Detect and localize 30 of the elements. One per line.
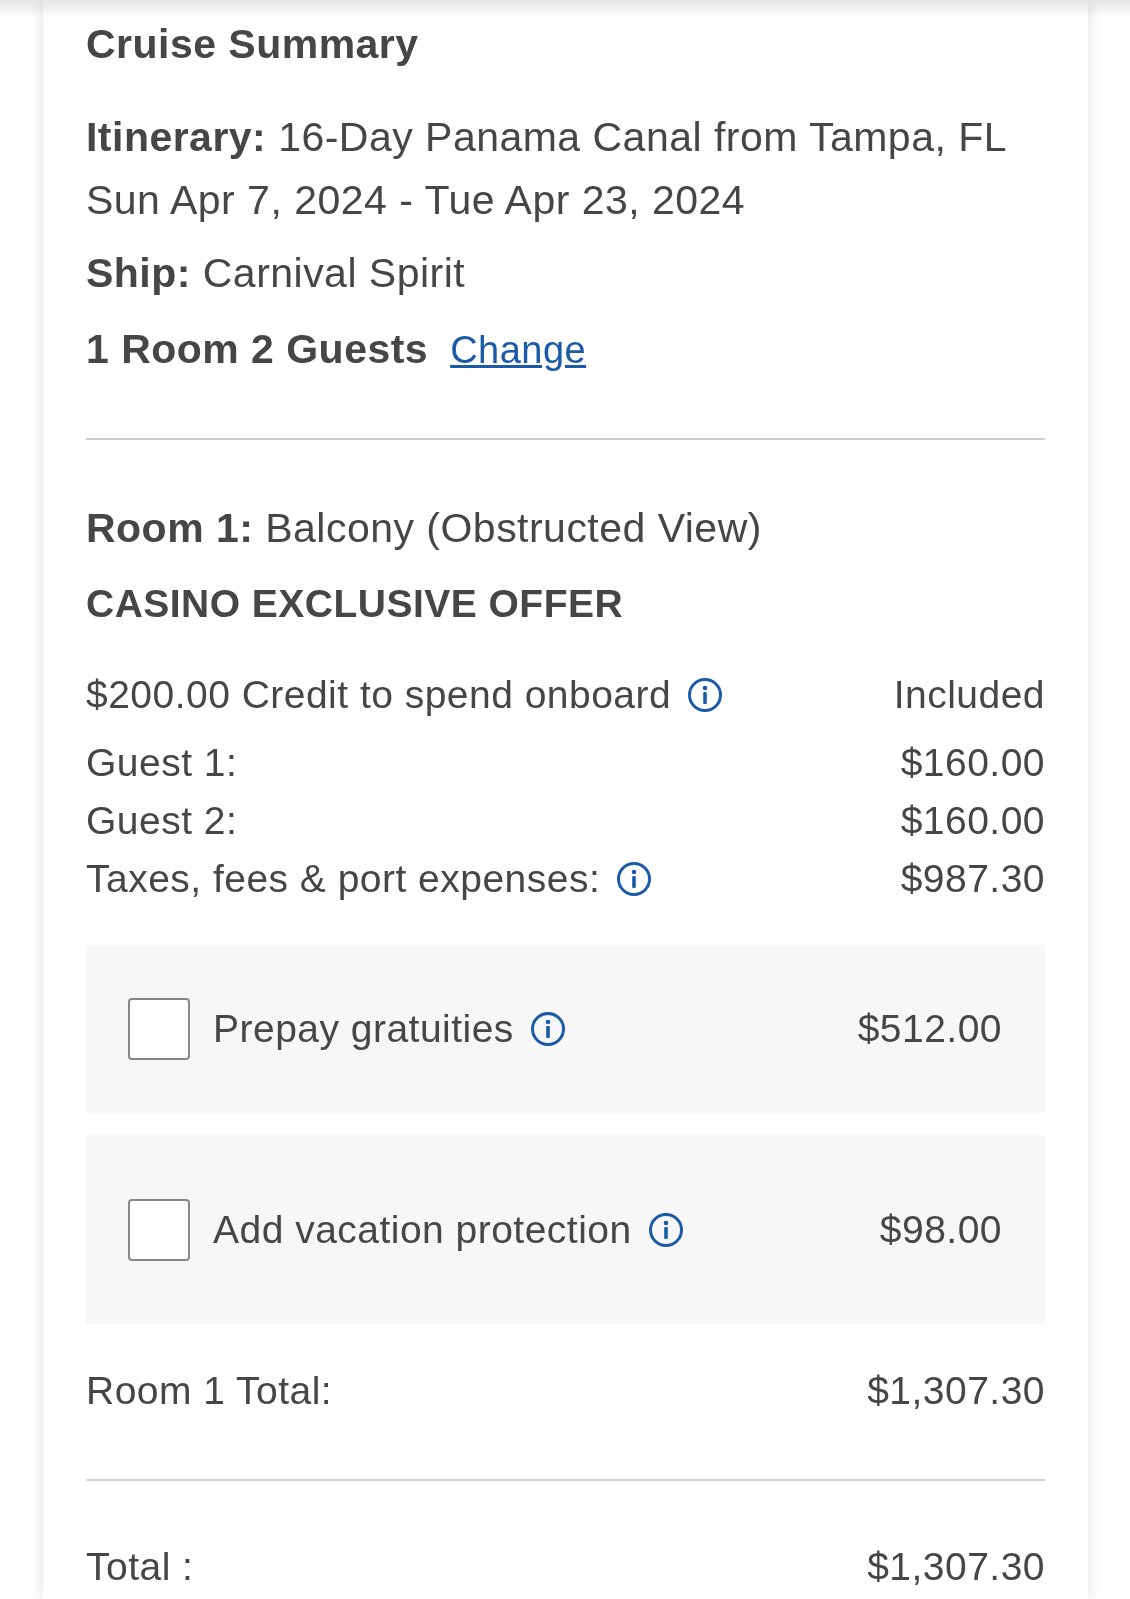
info-icon[interactable] — [688, 678, 723, 712]
info-icon[interactable] — [530, 1012, 565, 1046]
line-item-label: Guest 1: — [86, 740, 238, 786]
add-on-label: Add vacation protection — [213, 1206, 632, 1253]
line-item-amount: $160.00 — [900, 740, 1045, 786]
room-guests-count: 1 Room 2 Guests — [86, 325, 429, 374]
section-heading: Cruise Summary — [86, 20, 420, 69]
room-total-amount: $1,307.30 — [867, 1368, 1045, 1414]
line-item-label: $200.00 Credit to spend onboard — [86, 672, 672, 718]
checkbox[interactable] — [128, 1198, 190, 1261]
line-item-amount: $987.30 — [900, 856, 1045, 902]
grand-total-amount: $1,307.30 — [867, 1544, 1045, 1590]
line-item-amount: $160.00 — [900, 798, 1045, 844]
line-item-label: Guest 2: — [86, 798, 238, 844]
room-total-label: Room 1 Total: — [86, 1368, 333, 1414]
info-icon[interactable] — [617, 862, 652, 896]
line-item-label: Taxes, fees & port expenses: — [86, 856, 601, 902]
room-type-text: Room 1: Balcony (Obstructed View) — [86, 504, 763, 553]
offer-heading: CASINO EXCLUSIVE OFFER — [86, 581, 625, 627]
add-on-price: $98.00 — [879, 1206, 1002, 1253]
add-on-price: $512.00 — [857, 1006, 1002, 1052]
info-icon[interactable] — [648, 1212, 683, 1247]
add-on-label: Prepay gratuities — [213, 1006, 514, 1052]
line-item-amount: Included — [893, 672, 1045, 718]
cruise-dates: Sun Apr 7, 2024 - Tue Apr 23, 2024 — [86, 176, 747, 225]
ship-text: Ship: Carnival Spirit — [86, 249, 467, 298]
change-link[interactable]: Change — [450, 324, 587, 375]
grand-total-label: Total : — [86, 1544, 194, 1590]
checkbox[interactable] — [128, 998, 190, 1060]
itinerary-text: Itinerary: 16-Day Panama Canal from Tampa, FL — [86, 113, 1008, 162]
